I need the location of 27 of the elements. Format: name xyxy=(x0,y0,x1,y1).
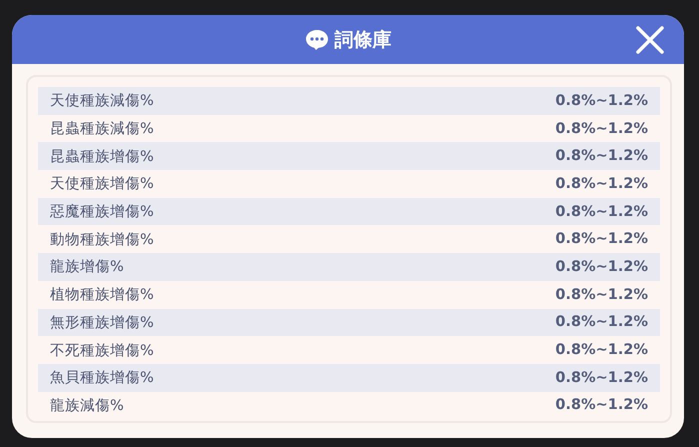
close-button[interactable] xyxy=(634,24,666,56)
entry-value: 0.8%~1.2% xyxy=(555,370,648,386)
entry-name: 動物種族增傷% xyxy=(50,230,154,249)
entry-name: 惡魔種族增傷% xyxy=(50,202,154,222)
entry-name: 無形種族增傷% xyxy=(50,314,154,332)
entry-name: 龍族減傷% xyxy=(50,396,124,415)
entry-value: 0.8%~1.2% xyxy=(555,176,648,192)
entry-value: 0.8%~1.2% xyxy=(555,397,648,414)
entry-value: 0.8%~1.2% xyxy=(555,92,648,109)
dialog-title: 詞條庫 xyxy=(334,28,392,52)
entry-name: 魚貝種族增傷% xyxy=(50,369,154,388)
entry-value: 0.8%~1.2% xyxy=(555,231,648,248)
entry-name: 植物種族增傷% xyxy=(50,286,154,304)
entry-name: 昆蟲種族增傷% xyxy=(50,148,154,166)
entry-name: 不死種族增傷% xyxy=(50,342,154,360)
chat-bubble-icon xyxy=(304,28,328,50)
entry-value: 0.8%~1.2% xyxy=(555,286,648,303)
entry-value: 0.8%~1.2% xyxy=(555,258,648,275)
entry-value: 0.8%~1.2% xyxy=(555,204,648,220)
entry-value: 0.8%~1.2% xyxy=(555,314,648,330)
entry-name: 昆蟲種族減傷% xyxy=(50,120,154,138)
entry-name: 天使種族增傷% xyxy=(50,175,154,194)
entry-name: 天使種族減傷% xyxy=(50,92,154,110)
entry-value: 0.8%~1.2% xyxy=(555,148,648,164)
entry-value: 0.8%~1.2% xyxy=(555,120,648,137)
entry-name: 龍族增傷% xyxy=(50,258,124,276)
entry-value: 0.8%~1.2% xyxy=(555,342,648,358)
